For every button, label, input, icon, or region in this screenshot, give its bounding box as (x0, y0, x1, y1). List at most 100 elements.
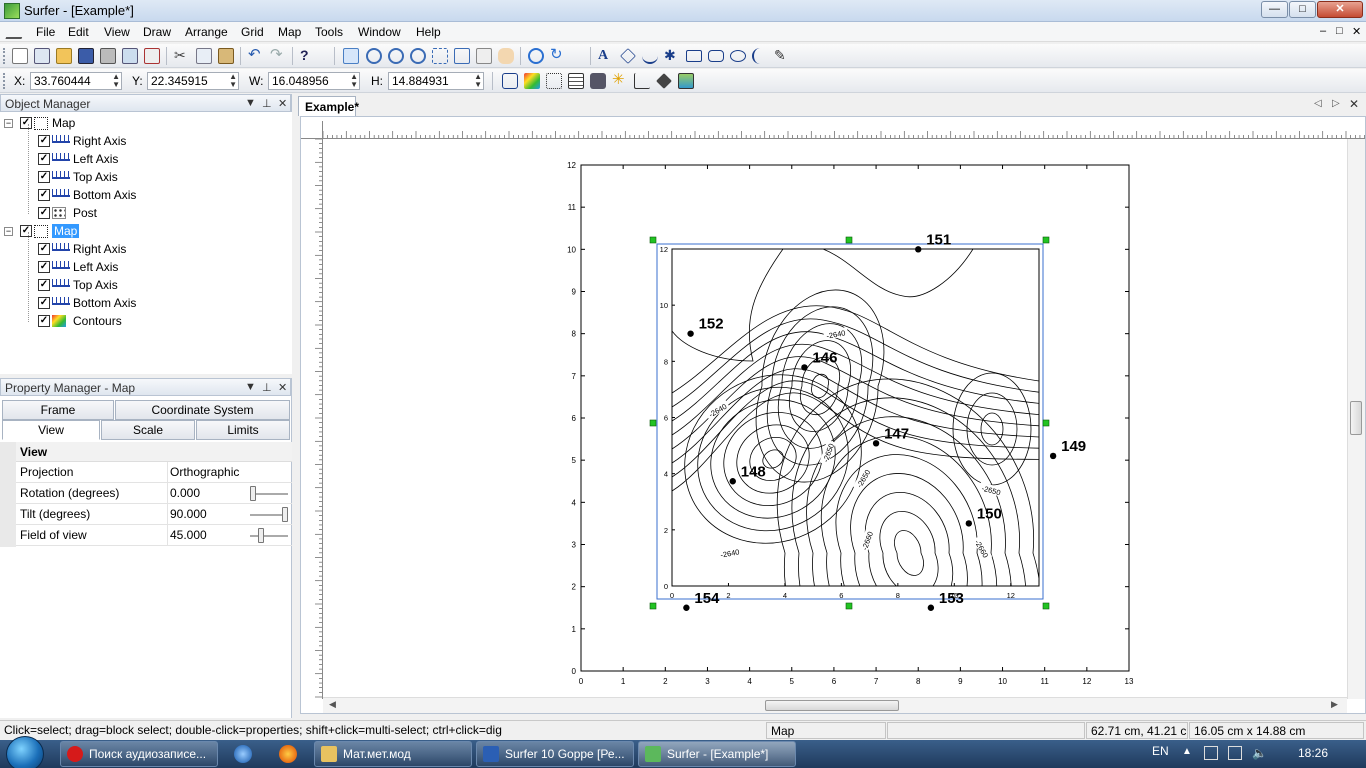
tree-item[interactable]: ✓ Contours (0, 313, 292, 331)
view-section-header[interactable]: − View (0, 442, 292, 462)
mdi-restore-button[interactable]: □ (1336, 25, 1343, 37)
new-icon[interactable] (12, 48, 28, 64)
toolbar-grip[interactable] (3, 73, 6, 89)
tab-scale[interactable]: Scale (101, 420, 195, 440)
property-row[interactable]: Rotation (degrees) 0.000 (0, 483, 292, 504)
3d-surface-icon[interactable] (656, 73, 672, 89)
tree-expander-icon[interactable]: − (4, 119, 13, 128)
visibility-checkbox[interactable]: ✓ (38, 189, 50, 201)
y-spinner-icon[interactable]: ▲ ▼ (229, 73, 237, 89)
visibility-checkbox[interactable]: ✓ (38, 243, 50, 255)
ellipse-tool-icon[interactable] (730, 50, 746, 62)
tree-item[interactable]: − ✓ Map (0, 223, 292, 241)
visibility-checkbox[interactable]: ✓ (38, 279, 50, 291)
taskbar-surfer[interactable]: Surfer - [Example*] (638, 741, 796, 767)
pan-hand-icon[interactable] (498, 48, 514, 64)
menu-view[interactable]: View (104, 25, 130, 39)
start-button-icon[interactable] (6, 736, 44, 768)
visibility-checkbox[interactable]: ✓ (20, 117, 32, 129)
clock[interactable]: 18:26 (1298, 746, 1328, 760)
tab-example-document[interactable]: Example* (298, 96, 359, 116)
tab-coordinate-system[interactable]: Coordinate System (115, 400, 290, 420)
visibility-checkbox[interactable]: ✓ (38, 207, 50, 219)
panel-pin-icon[interactable]: ⊥ (262, 381, 272, 394)
visibility-checkbox[interactable]: ✓ (38, 261, 50, 273)
zoom-in-icon[interactable] (366, 48, 382, 64)
selection-handle[interactable] (845, 602, 853, 610)
zoom-out-icon[interactable] (388, 48, 404, 64)
visibility-checkbox[interactable]: ✓ (38, 297, 50, 309)
open-icon[interactable] (56, 48, 72, 64)
language-indicator[interactable]: EN (1152, 744, 1169, 758)
selection-handle[interactable] (649, 602, 657, 610)
volume-icon[interactable]: 🔈 (1252, 746, 1267, 760)
tree-item[interactable]: ✓ Top Axis (0, 277, 292, 295)
spline-tool-icon[interactable] (752, 48, 768, 64)
width-spinner-icon[interactable]: ▲ ▼ (350, 73, 358, 89)
copy-icon[interactable] (196, 48, 212, 64)
tree-item[interactable]: ✓ Right Axis (0, 133, 292, 151)
width-input[interactable]: 16.048956 ▲ ▼ (268, 72, 360, 90)
cut-icon[interactable]: ✂ (174, 48, 190, 64)
mdi-close-button[interactable]: ✕ (1352, 25, 1361, 38)
panel-close-icon[interactable]: ✕ (278, 381, 287, 394)
scroll-right-arrow-icon[interactable]: ▶ (1331, 699, 1338, 710)
property-row[interactable]: Field of view 45.000 (0, 525, 292, 546)
tray-expand-icon[interactable]: ▲ (1182, 746, 1192, 757)
export-icon[interactable] (122, 48, 138, 64)
tab-scroll-right-icon[interactable]: ▷ (1332, 98, 1340, 109)
horizontal-scrollbar[interactable]: ◀ ▶ (323, 697, 1347, 713)
selection-handle[interactable] (649, 419, 657, 427)
tab-scroll-left-icon[interactable]: ◁ (1314, 98, 1322, 109)
property-value[interactable]: 0.000 (170, 486, 200, 500)
vertical-scrollbar[interactable] (1347, 139, 1365, 699)
menu-draw[interactable]: Draw (143, 25, 171, 39)
taskbar-opera[interactable]: Поиск аудиозаписе... (60, 741, 218, 767)
property-slider[interactable] (250, 507, 288, 522)
redo-icon[interactable]: ↷ (270, 47, 286, 64)
base-map-icon[interactable] (502, 73, 518, 89)
menu-file[interactable]: File (36, 25, 55, 39)
vertical-scroll-thumb[interactable] (1350, 401, 1362, 435)
panel-close-icon[interactable]: ✕ (278, 97, 287, 110)
shaded-relief-icon[interactable] (678, 73, 694, 89)
save-icon[interactable] (78, 48, 94, 64)
toolbar-grip[interactable] (3, 48, 6, 64)
camera-icon[interactable] (590, 73, 606, 89)
post-map-icon[interactable] (546, 73, 562, 89)
visibility-checkbox[interactable]: ✓ (20, 225, 32, 237)
property-value[interactable]: 90.000 (170, 507, 207, 521)
text-tool-icon[interactable]: A (598, 48, 614, 64)
property-row[interactable]: Tilt (degrees) 90.000 (0, 504, 292, 525)
selection-handle[interactable] (1042, 419, 1050, 427)
menu-arrange[interactable]: Arrange (185, 25, 228, 39)
tab-limits[interactable]: Limits (196, 420, 290, 440)
tree-item[interactable]: ✓ Top Axis (0, 169, 292, 187)
x-spinner-icon[interactable]: ▲ ▼ (112, 73, 120, 89)
rotate-icon[interactable]: ↻ (550, 47, 566, 64)
taskbar-word[interactable]: Surfer 10 Goppe [Ре... (476, 741, 634, 767)
surfer-app-icon[interactable] (4, 3, 20, 19)
panel-pin-icon[interactable]: ⊥ (262, 97, 272, 110)
tree-item[interactable]: ✓ Left Axis (0, 259, 292, 277)
property-row[interactable]: Projection Orthographic (0, 462, 292, 483)
panel-dropdown-icon[interactable]: ▼ (245, 381, 256, 393)
property-slider-thumb[interactable] (250, 486, 256, 501)
firefox-icon[interactable] (279, 745, 297, 763)
maximize-button[interactable]: □ (1289, 1, 1316, 18)
reshape-tool-icon[interactable]: ✎ (774, 48, 790, 64)
network-icon[interactable] (1228, 746, 1242, 760)
property-slider-thumb[interactable] (282, 507, 288, 522)
selection-handle[interactable] (1042, 236, 1050, 244)
visibility-checkbox[interactable]: ✓ (38, 153, 50, 165)
plot-canvas[interactable]: 0 1 2 3 4 5 6 7 8 9 10 11 12 1301234567891011120 2 4 6 8 1… (323, 139, 1347, 699)
document-close-icon[interactable]: ✕ (1349, 97, 1359, 111)
tree-expander-icon[interactable]: − (4, 227, 13, 236)
menu-map[interactable]: Map (278, 25, 301, 39)
x-position-input[interactable]: 33.760444 ▲ ▼ (30, 72, 122, 90)
menu-grid[interactable]: Grid (241, 25, 264, 39)
undo-icon[interactable]: ↶ (248, 47, 264, 64)
menu-edit[interactable]: Edit (68, 25, 89, 39)
property-slider-thumb[interactable] (258, 528, 264, 543)
property-slider[interactable] (250, 486, 288, 501)
